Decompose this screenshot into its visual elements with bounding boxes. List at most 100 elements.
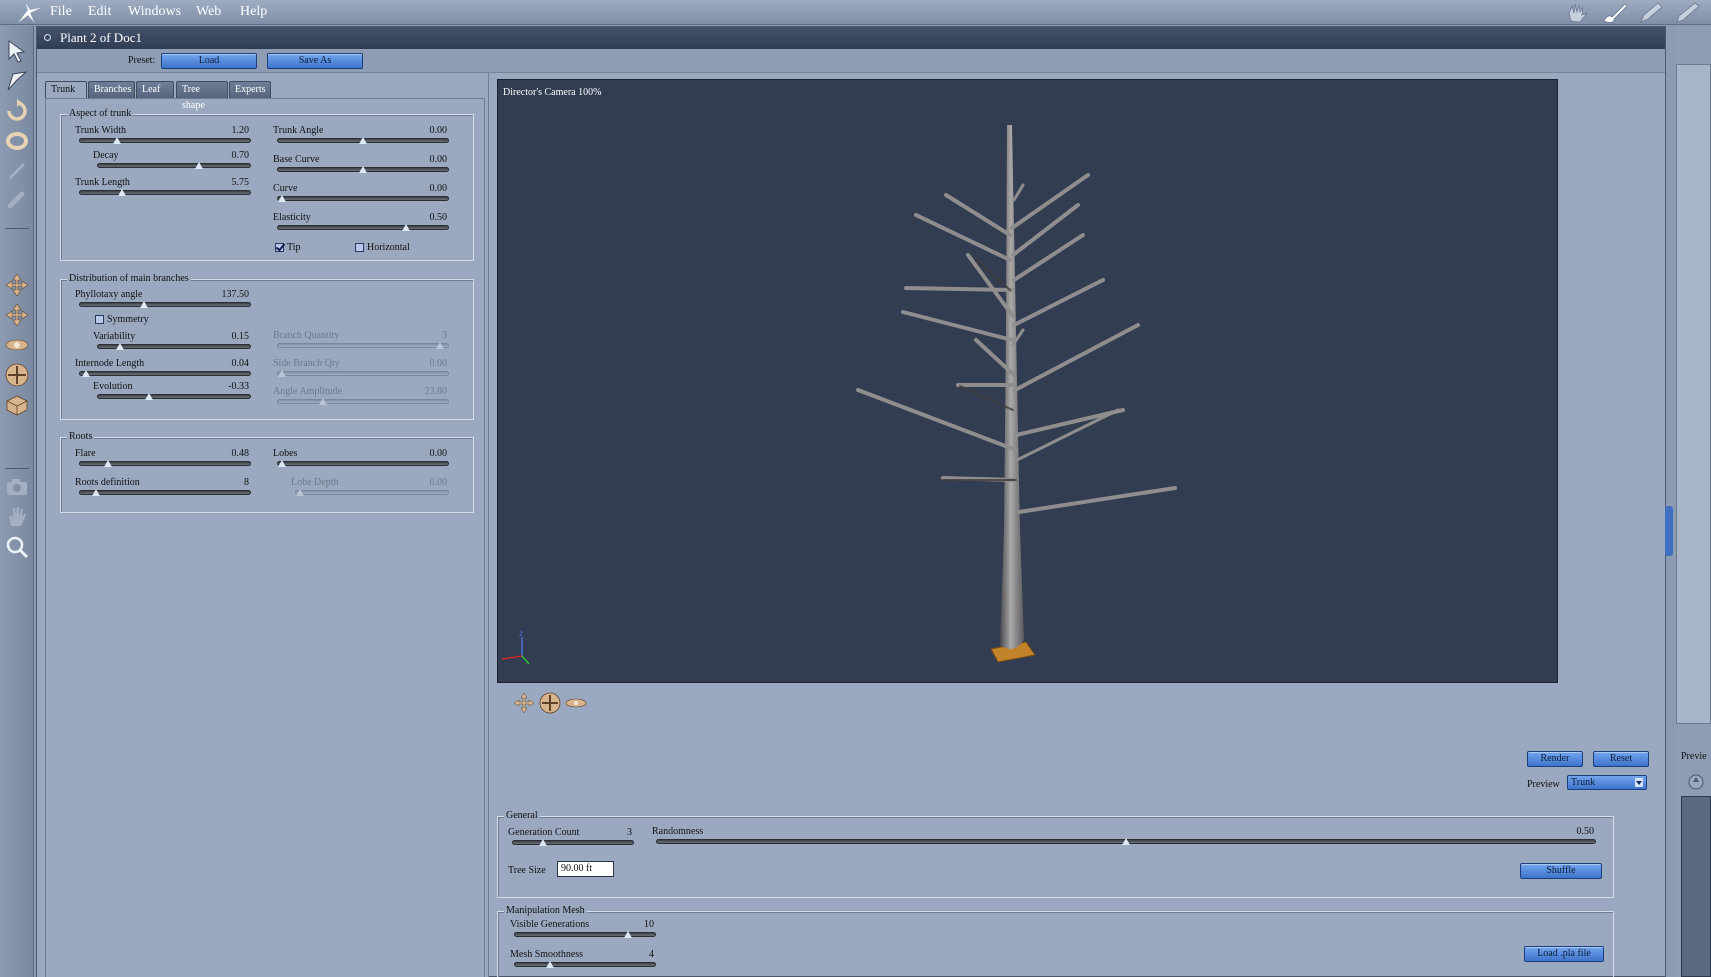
scale-camera-icon[interactable] (565, 692, 587, 714)
render-button[interactable]: Render (1527, 751, 1583, 767)
slider-track[interactable] (514, 962, 656, 967)
pencil-icon[interactable] (1673, 1, 1701, 25)
curve-slider[interactable]: Curve 0.00 (273, 183, 449, 205)
elasticity-slider[interactable]: Elasticity 0.50 (273, 212, 449, 234)
reset-button[interactable]: Reset (1593, 751, 1649, 767)
group-title: Aspect of trunk (67, 108, 134, 119)
tab-branches[interactable]: Branches (88, 81, 135, 98)
move-yz-icon[interactable] (4, 332, 30, 358)
slider-thumb[interactable] (116, 343, 125, 350)
visible-generations-slider[interactable]: Visible Generations 10 (510, 919, 656, 941)
rotate-icon[interactable] (4, 98, 30, 124)
slider-thumb[interactable] (145, 393, 154, 400)
arrow-select-icon[interactable] (4, 38, 30, 64)
preset-save-as-button[interactable]: Save As (267, 53, 363, 69)
slider-thumb[interactable] (194, 162, 203, 169)
slider-thumb[interactable] (402, 224, 410, 231)
tip-checkbox[interactable]: Tip (275, 242, 315, 254)
3d-viewport[interactable]: Director's Camera 100% z (497, 79, 1558, 683)
rotate-camera-icon[interactable] (539, 692, 561, 714)
slider-thumb[interactable] (623, 931, 632, 938)
slider-track[interactable] (97, 394, 251, 399)
flare-slider[interactable]: Flare 0.48 (75, 448, 251, 470)
slider-thumb[interactable] (359, 137, 367, 144)
slider-thumb[interactable] (538, 839, 547, 846)
zoom-icon[interactable] (4, 534, 30, 560)
horizontal-checkbox[interactable]: Horizontal (355, 242, 425, 254)
surface-icon[interactable] (4, 392, 30, 418)
randomness-slider[interactable]: Randomness 0.50 (652, 826, 1596, 848)
slider-thumb[interactable] (104, 460, 113, 467)
checkbox-box[interactable] (275, 243, 284, 252)
pen-icon[interactable] (1637, 1, 1665, 25)
trunk-width-slider[interactable]: Trunk Width 1.20 (75, 125, 251, 147)
menu-web[interactable]: Web (196, 4, 221, 20)
phyllotaxy-angle-slider[interactable]: Phyllotaxy angle 137.50 (75, 289, 251, 311)
menu-windows[interactable]: Windows (128, 4, 181, 20)
mini-preview-viewport[interactable] (1681, 796, 1711, 977)
slider-thumb[interactable] (545, 961, 554, 968)
trackball-icon[interactable] (4, 362, 30, 388)
checkbox-box[interactable] (95, 315, 104, 324)
slider-track[interactable] (514, 932, 656, 937)
scale-icon[interactable] (4, 158, 30, 184)
slider-track[interactable] (277, 196, 449, 201)
camera-icon[interactable] (4, 474, 30, 500)
preset-load-button[interactable]: Load (161, 53, 257, 69)
tab-leaf[interactable]: Leaf (136, 81, 174, 98)
symmetry-checkbox[interactable]: Symmetry (95, 314, 165, 326)
slider-track[interactable] (79, 490, 251, 495)
preview-select[interactable]: Trunk (1567, 775, 1647, 790)
tab-trunk[interactable]: Trunk (45, 81, 87, 99)
slider-track[interactable] (79, 190, 251, 195)
slider-thumb[interactable] (92, 489, 101, 496)
menu-help[interactable]: Help (240, 4, 267, 20)
brush-icon[interactable] (1601, 1, 1629, 25)
variability-slider[interactable]: Variability 0.15 (93, 331, 251, 353)
slider-thumb[interactable] (359, 166, 367, 173)
move-xy-icon[interactable] (4, 272, 30, 298)
internode-length-slider[interactable]: Internode Length 0.04 (75, 358, 251, 380)
slider-track[interactable] (97, 163, 251, 168)
evolution-slider[interactable]: Evolution -0.33 (93, 381, 251, 403)
tree-size-input[interactable]: 90.00 ft (557, 861, 614, 877)
move-camera-icon[interactable] (513, 692, 535, 714)
lobes-slider[interactable]: Lobes 0.00 (273, 448, 449, 470)
menu-file[interactable]: File (50, 4, 72, 20)
shuffle-button[interactable]: Shuffle (1520, 863, 1602, 879)
move-xz-icon[interactable] (4, 302, 30, 328)
base-curve-slider[interactable]: Base Curve 0.00 (273, 154, 449, 176)
slider-track[interactable] (79, 302, 251, 307)
menu-edit[interactable]: Edit (88, 4, 111, 20)
rotate-select-icon[interactable] (4, 68, 30, 94)
slider-thumb[interactable] (81, 370, 90, 377)
slider-thumb[interactable] (118, 189, 126, 196)
tab-tree-shape[interactable]: Tree shape (176, 81, 228, 111)
link-icon[interactable] (4, 188, 30, 214)
decay-slider[interactable]: Decay 0.70 (93, 150, 251, 172)
slider-thumb[interactable] (278, 460, 287, 467)
slider-thumb[interactable] (278, 195, 287, 202)
roots-definition-slider[interactable]: Roots definition 8 (75, 477, 251, 499)
twist-icon[interactable] (4, 128, 30, 154)
slider-track[interactable] (79, 371, 251, 376)
hand-tool-icon[interactable] (1565, 1, 1593, 25)
slider-thumb[interactable] (140, 301, 149, 308)
slider-track[interactable] (79, 138, 251, 143)
checkbox-box[interactable] (355, 243, 364, 252)
preview-nav-icon[interactable] (1688, 774, 1704, 790)
panel-resize-handle[interactable] (1665, 506, 1673, 556)
slider-thumb[interactable] (1122, 838, 1130, 845)
slider-track[interactable] (512, 840, 634, 845)
hand-icon[interactable] (4, 504, 30, 530)
slider-track[interactable] (277, 225, 449, 230)
trunk-length-slider[interactable]: Trunk Length 5.75 (75, 177, 251, 199)
load-pla-file-button[interactable]: Load .pla file (1524, 946, 1604, 962)
slider-track[interactable] (277, 461, 449, 466)
mesh-smoothness-slider[interactable]: Mesh Smoothness 4 (510, 949, 656, 971)
generation-count-slider[interactable]: Generation Count 3 (508, 827, 634, 849)
trunk-angle-slider[interactable]: Trunk Angle 0.00 (273, 125, 449, 147)
slider-thumb[interactable] (112, 137, 121, 144)
tab-experts[interactable]: Experts (229, 81, 271, 98)
close-icon[interactable] (44, 34, 51, 41)
